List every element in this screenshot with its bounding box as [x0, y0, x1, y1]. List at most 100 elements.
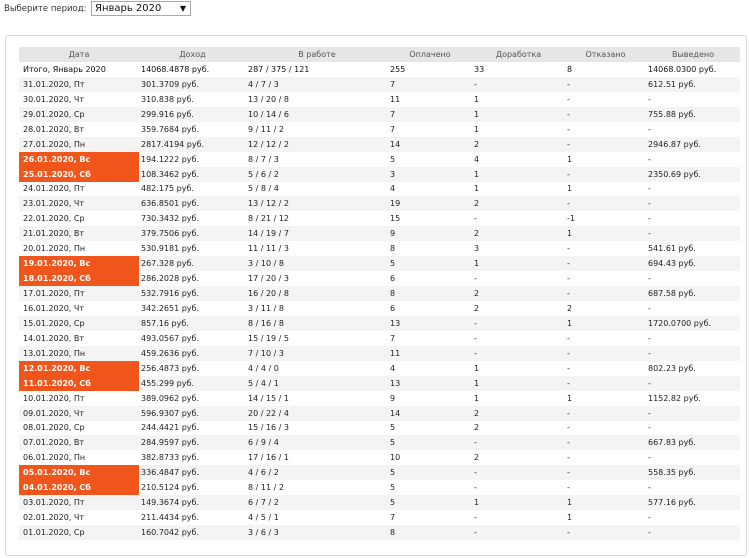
- row-refused: 1: [565, 226, 646, 242]
- row-in-work: 16 / 20 / 8: [246, 286, 388, 301]
- table-row: 03.01.2020, Пт 149.3674 руб. 6 / 7 / 25115…: [19, 495, 740, 511]
- row-withdrawn: 577.16 руб.: [646, 495, 740, 511]
- row-withdrawn: 687.58 руб.: [646, 286, 740, 301]
- row-date: 18.01.2020, Сб: [19, 271, 139, 287]
- column-header-refused[interactable]: Отказано: [565, 47, 646, 62]
- row-rework: -: [472, 330, 565, 346]
- row-income: 482.175 руб.: [139, 181, 246, 197]
- column-header-date[interactable]: Дата: [19, 47, 139, 62]
- row-income: 267.328 руб.: [139, 256, 246, 272]
- row-paid: 9: [388, 390, 472, 406]
- table-row: 06.01.2020, Пн 382.8733 руб. 17 / 16 / 1 10…: [19, 450, 740, 466]
- row-income: 299.916 руб.: [139, 106, 246, 122]
- column-header-in-work[interactable]: В работе: [246, 47, 388, 62]
- row-paid: 13: [388, 315, 472, 331]
- row-rework: 2: [472, 286, 565, 301]
- row-withdrawn: -: [646, 91, 740, 107]
- row-refused: -: [565, 450, 646, 466]
- row-rework: -: [472, 345, 565, 361]
- row-date: 23.01.2020, Чт: [19, 196, 139, 212]
- row-in-work: 7 / 10 / 3: [246, 345, 388, 361]
- row-refused: -: [565, 121, 646, 137]
- table-row: 07.01.2020, Вт 284.9597 руб. 6 / 9 / 45--6…: [19, 435, 740, 451]
- total-date: Итого, Январь 2020: [23, 64, 106, 74]
- column-header-income[interactable]: Доход: [139, 47, 246, 62]
- row-income: 379.7506 руб.: [139, 226, 246, 242]
- row-rework: -: [472, 525, 565, 540]
- row-income: 857.16 руб.: [139, 315, 246, 331]
- row-withdrawn: -: [646, 181, 740, 197]
- row-date: 28.01.2020, Вт: [19, 121, 139, 137]
- row-refused: 2: [565, 301, 646, 316]
- row-date: 17.01.2020, Пт: [19, 286, 139, 301]
- row-refused: -: [565, 345, 646, 361]
- row-paid: 15: [388, 211, 472, 227]
- row-in-work: 9 / 11 / 2: [246, 121, 388, 137]
- row-withdrawn: 2350.69 руб.: [646, 166, 740, 182]
- row-in-work: 5 / 4 / 1: [246, 375, 388, 391]
- row-paid: 11: [388, 91, 472, 107]
- row-in-work: 5 / 8 / 4: [246, 181, 388, 197]
- row-refused: -: [565, 420, 646, 436]
- period-select-value: Январь 2020: [95, 3, 162, 14]
- row-income: 256.4873 руб.: [139, 360, 246, 376]
- row-refused: -: [565, 106, 646, 122]
- table-row: 17.01.2020, Пт 532.7916 руб. 16 / 20 / 882…: [19, 286, 740, 301]
- total-in-work: 287 / 375 / 121: [248, 64, 310, 74]
- row-date: 08.01.2020, Ср: [19, 420, 139, 436]
- row-withdrawn: -: [646, 151, 740, 167]
- period-select[interactable]: Январь 2020 ▼: [91, 1, 191, 16]
- row-rework: 1: [472, 166, 565, 182]
- row-refused: -: [565, 241, 646, 257]
- row-date: 29.01.2020, Ср: [19, 106, 139, 122]
- row-date: 12.01.2020, Вс: [19, 360, 139, 376]
- row-withdrawn: -: [646, 271, 740, 287]
- row-rework: 1: [472, 390, 565, 406]
- row-paid: 3: [388, 166, 472, 182]
- row-in-work: 3 / 10 / 8: [246, 256, 388, 272]
- row-date: 20.01.2020, Пн: [19, 241, 139, 257]
- row-date: 03.01.2020, Пт: [19, 495, 139, 511]
- row-in-work: 15 / 16 / 3: [246, 420, 388, 436]
- table-row: 26.01.2020, Вс 194.1222 руб. 8 / 7 / 3541-: [19, 151, 740, 167]
- column-header-withdrawn[interactable]: Выведено: [646, 47, 740, 62]
- row-refused: -: [565, 405, 646, 421]
- row-withdrawn: 612.51 руб.: [646, 76, 740, 92]
- row-rework: -: [472, 76, 565, 92]
- row-refused: -: [565, 286, 646, 301]
- row-in-work: 14 / 19 / 7: [246, 226, 388, 242]
- table-row: 19.01.2020, Вс 267.328 руб. 3 / 10 / 851-6…: [19, 256, 740, 272]
- column-header-paid[interactable]: Оплачено: [388, 47, 472, 62]
- row-rework: 2: [472, 450, 565, 466]
- column-header-rework[interactable]: Доработка: [472, 47, 565, 62]
- row-rework: 2: [472, 136, 565, 152]
- row-income: 2817.4194 руб.: [139, 136, 246, 152]
- row-withdrawn: -: [646, 345, 740, 361]
- row-date: 02.01.2020, Чт: [19, 510, 139, 526]
- row-withdrawn: -: [646, 301, 740, 316]
- stats-panel: Дата Доход В работе Оплачено Доработка О…: [5, 35, 747, 556]
- row-withdrawn: -: [646, 510, 740, 526]
- row-paid: 5: [388, 495, 472, 511]
- row-income: 636.8501 руб.: [139, 196, 246, 212]
- row-paid: 5: [388, 151, 472, 167]
- row-date: 27.01.2020, Пн: [19, 136, 139, 152]
- row-income: 160.7042 руб.: [139, 525, 246, 540]
- table-row: 21.01.2020, Вт 379.7506 руб. 14 / 19 / 792…: [19, 226, 740, 242]
- row-paid: 7: [388, 121, 472, 137]
- row-paid: 5: [388, 435, 472, 451]
- row-refused: -: [565, 91, 646, 107]
- row-in-work: 13 / 20 / 8: [246, 91, 388, 107]
- row-withdrawn: 694.43 руб.: [646, 256, 740, 272]
- row-paid: 4: [388, 181, 472, 197]
- row-rework: -: [472, 271, 565, 287]
- row-paid: 6: [388, 301, 472, 316]
- row-rework: 1: [472, 181, 565, 197]
- table-row: 27.01.2020, Пн 2817.4194 руб. 12 / 12 / 21…: [19, 136, 740, 152]
- row-rework: 2: [472, 226, 565, 242]
- row-income: 532.7916 руб.: [139, 286, 246, 301]
- row-income: 382.8733 руб.: [139, 450, 246, 466]
- table-row: 14.01.2020, Вт 493.0567 руб. 15 / 19 / 57-…: [19, 330, 740, 346]
- row-rework: -: [472, 211, 565, 227]
- row-income: 310.838 руб.: [139, 91, 246, 107]
